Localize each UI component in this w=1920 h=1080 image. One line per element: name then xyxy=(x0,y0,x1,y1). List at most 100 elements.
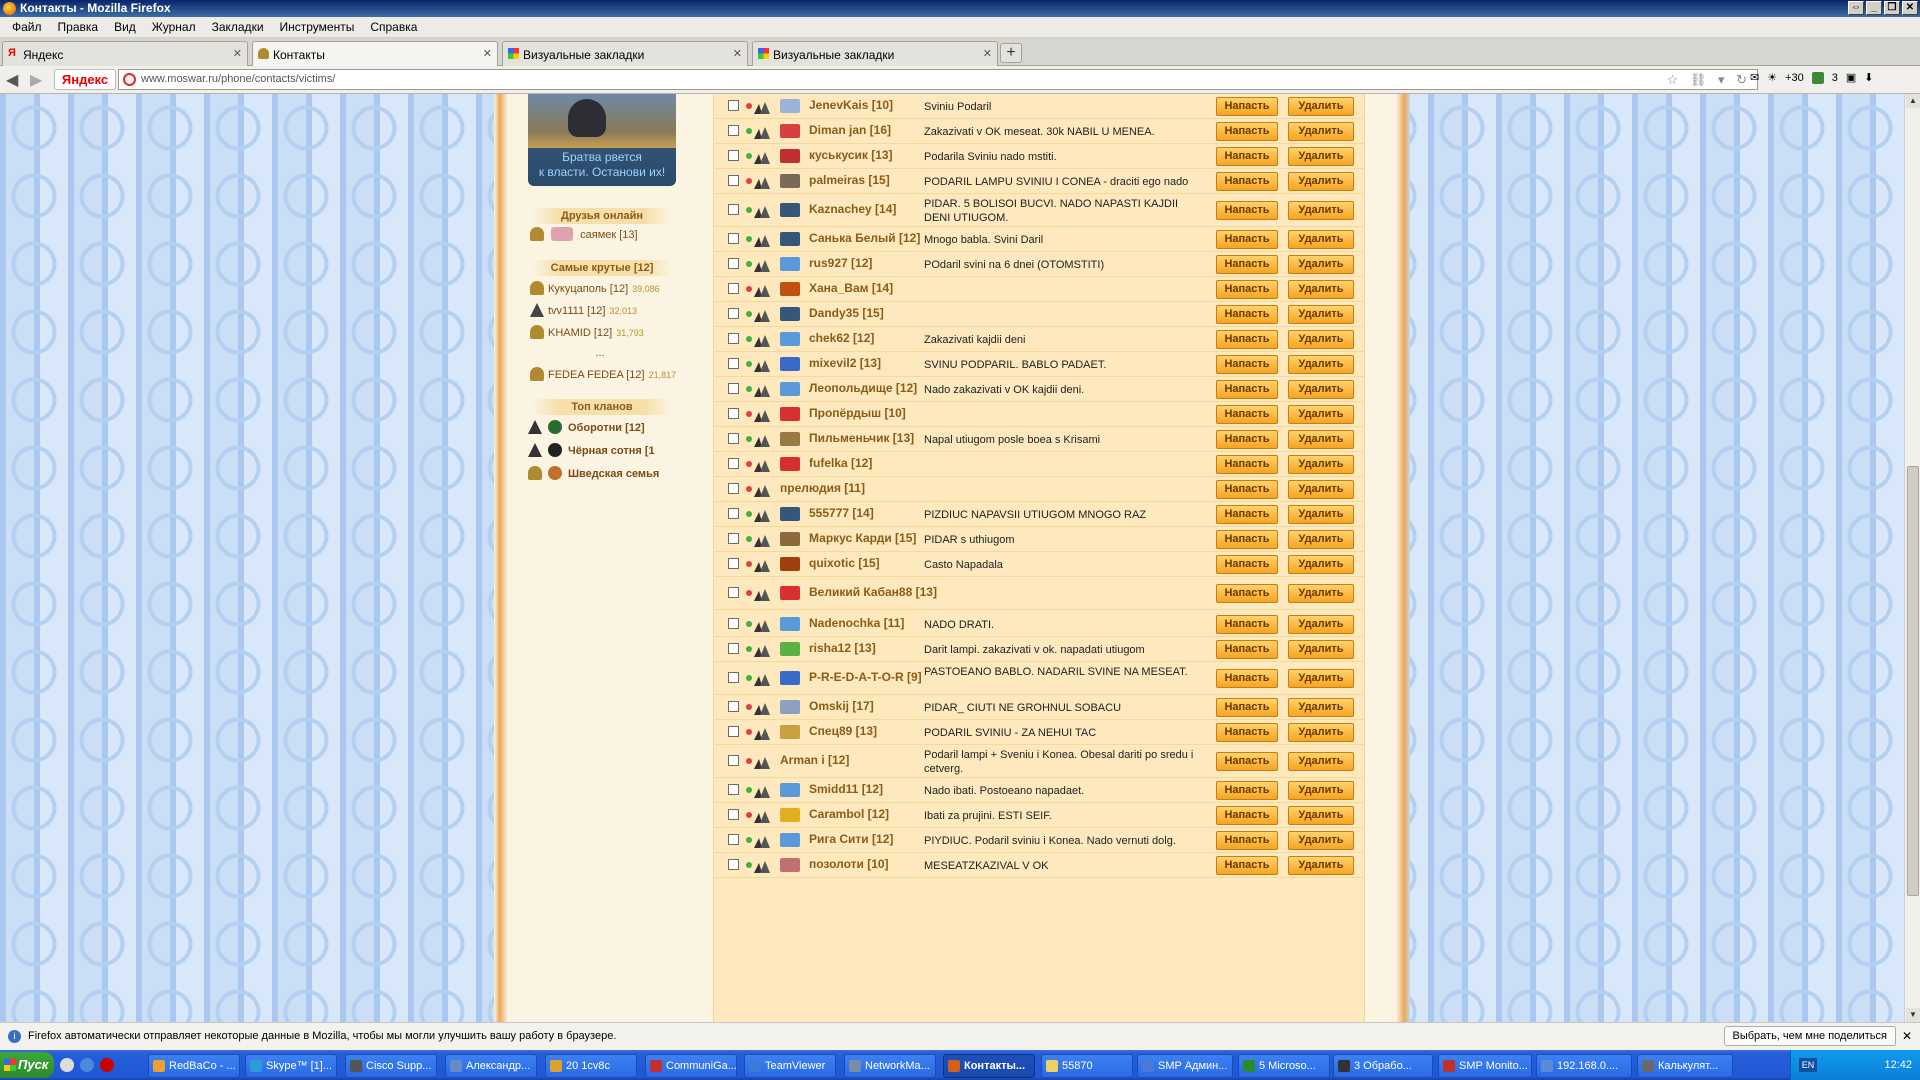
attack-button[interactable]: Напасть xyxy=(1216,305,1278,324)
delete-button[interactable]: Удалить xyxy=(1288,669,1354,688)
row-checkbox[interactable] xyxy=(728,175,739,186)
promo-banner[interactable]: Братва рвется к власти. Останови их! xyxy=(528,94,676,186)
desktop-icon[interactable] xyxy=(60,1058,74,1072)
attack-button[interactable]: Напасть xyxy=(1216,640,1278,659)
player-nick[interactable]: Nadenochka [11] xyxy=(809,616,904,630)
delete-button[interactable]: Удалить xyxy=(1288,380,1354,399)
player-nick[interactable]: P-R-E-D-A-T-O-R [9] xyxy=(809,670,922,684)
attack-button[interactable]: Напасть xyxy=(1216,831,1278,850)
clan-item[interactable]: Шведская семья xyxy=(528,464,680,484)
row-checkbox[interactable] xyxy=(728,150,739,161)
player-nick[interactable]: Хана_Вам [14] xyxy=(809,281,893,295)
player-nick[interactable]: Леопольдище [12] xyxy=(809,381,917,395)
delete-button[interactable]: Удалить xyxy=(1288,147,1354,166)
attack-button[interactable]: Напасть xyxy=(1216,255,1278,274)
delete-button[interactable]: Удалить xyxy=(1288,806,1354,825)
delete-button[interactable]: Удалить xyxy=(1288,230,1354,249)
menu-help[interactable]: Справка xyxy=(362,20,425,34)
url-bar[interactable]: www.moswar.ru/phone/contacts/victims/ ☆ … xyxy=(118,69,1758,90)
row-checkbox[interactable] xyxy=(728,383,739,394)
star-icon[interactable]: ☆ ⛓ ▾ ↻ xyxy=(1667,70,1751,89)
delete-button[interactable]: Удалить xyxy=(1288,172,1354,191)
row-checkbox[interactable] xyxy=(728,784,739,795)
opera-icon[interactable] xyxy=(100,1058,114,1072)
taskbar-item[interactable]: NetworkMa... xyxy=(844,1054,936,1078)
row-checkbox[interactable] xyxy=(728,458,739,469)
taskbar-item[interactable]: 20 1cv8c xyxy=(545,1054,637,1078)
delete-button[interactable]: Удалить xyxy=(1288,640,1354,659)
attack-button[interactable]: Напасть xyxy=(1216,330,1278,349)
delete-button[interactable]: Удалить xyxy=(1288,505,1354,524)
player-nick[interactable]: fufelka [12] xyxy=(809,456,872,470)
delete-button[interactable]: Удалить xyxy=(1288,831,1354,850)
player-nick[interactable]: Kaznachey [14] xyxy=(809,202,896,216)
row-checkbox[interactable] xyxy=(728,859,739,870)
row-checkbox[interactable] xyxy=(728,125,739,136)
taskbar-item[interactable]: 5 Microso... xyxy=(1238,1054,1330,1078)
menu-tools[interactable]: Инструменты xyxy=(272,20,363,34)
scroll-up-icon[interactable]: ▲ xyxy=(1906,94,1920,108)
attack-button[interactable]: Напасть xyxy=(1216,355,1278,374)
delete-button[interactable]: Удалить xyxy=(1288,330,1354,349)
player-nick[interactable]: Маркус Карди [15] xyxy=(809,531,916,545)
delete-button[interactable]: Удалить xyxy=(1288,201,1354,220)
close-tab-icon[interactable]: ✕ xyxy=(483,47,492,60)
attack-button[interactable]: Напасть xyxy=(1216,122,1278,141)
player-nick[interactable]: Санька Белый [12] xyxy=(809,231,920,245)
player-nick[interactable]: позолоти [10] xyxy=(809,857,889,871)
attack-button[interactable]: Напасть xyxy=(1216,555,1278,574)
menu-edit[interactable]: Правка xyxy=(50,20,107,34)
language-indicator[interactable]: EN xyxy=(1799,1058,1817,1072)
delete-button[interactable]: Удалить xyxy=(1288,555,1354,574)
row-checkbox[interactable] xyxy=(728,508,739,519)
attack-button[interactable]: Напасть xyxy=(1216,97,1278,116)
scroll-thumb[interactable] xyxy=(1907,466,1919,896)
tab-yandex[interactable]: Я Яндекс ✕ xyxy=(2,41,248,66)
start-button[interactable]: Пуск xyxy=(0,1052,54,1078)
friend-item[interactable]: саямек [13] xyxy=(530,226,680,244)
row-checkbox[interactable] xyxy=(728,283,739,294)
row-checkbox[interactable] xyxy=(728,726,739,737)
clan-item[interactable]: Оборотни [12] xyxy=(528,418,680,438)
tab-contacts[interactable]: Контакты ✕ xyxy=(252,41,498,67)
choose-share-button[interactable]: Выбрать, чем мне поделиться xyxy=(1723,1026,1896,1046)
player-nick[interactable]: Спец89 [13] xyxy=(809,724,877,738)
counter-icon[interactable] xyxy=(1811,71,1824,84)
delete-button[interactable]: Удалить xyxy=(1288,781,1354,800)
player-nick[interactable]: прелюдия [11] xyxy=(780,481,865,495)
row-checkbox[interactable] xyxy=(728,433,739,444)
player-nick[interactable]: Пильменьчик [13] xyxy=(809,431,914,445)
row-checkbox[interactable] xyxy=(728,408,739,419)
delete-button[interactable]: Удалить xyxy=(1288,280,1354,299)
delete-button[interactable]: Удалить xyxy=(1288,455,1354,474)
yandex-logo[interactable]: Яндекс xyxy=(54,69,116,90)
taskbar-item[interactable]: Skype™ [1]... xyxy=(245,1054,337,1078)
player-nick[interactable]: Diman jan [16] xyxy=(809,123,891,137)
attack-button[interactable]: Напасть xyxy=(1216,723,1278,742)
menu-file[interactable]: Файл xyxy=(4,20,50,34)
close-tab-icon[interactable]: ✕ xyxy=(733,47,742,60)
attack-button[interactable]: Напасть xyxy=(1216,480,1278,499)
attack-button[interactable]: Напасть xyxy=(1216,856,1278,875)
attack-button[interactable]: Напасть xyxy=(1216,405,1278,424)
player-nick[interactable]: Пропёрдыш [10] xyxy=(809,406,906,420)
taskbar-item[interactable]: Контакты... xyxy=(943,1054,1035,1078)
attack-button[interactable]: Напасть xyxy=(1216,615,1278,634)
top-player-item[interactable]: FEDEA FEDEA [12] 21,817 xyxy=(530,366,680,384)
attack-button[interactable]: Напасть xyxy=(1216,280,1278,299)
player-nick[interactable]: Omskij [17] xyxy=(809,699,874,713)
player-nick[interactable]: risha12 [13] xyxy=(809,641,876,655)
delete-button[interactable]: Удалить xyxy=(1288,405,1354,424)
attack-button[interactable]: Напасть xyxy=(1216,530,1278,549)
addon-icon[interactable]: ▣ xyxy=(1846,71,1856,84)
delete-button[interactable]: Удалить xyxy=(1288,255,1354,274)
attack-button[interactable]: Напасть xyxy=(1216,698,1278,717)
row-checkbox[interactable] xyxy=(728,100,739,111)
download-icon[interactable]: ⬇ xyxy=(1864,71,1873,84)
delete-button[interactable]: Удалить xyxy=(1288,122,1354,141)
attack-button[interactable]: Напасть xyxy=(1216,455,1278,474)
attack-button[interactable]: Напасть xyxy=(1216,781,1278,800)
row-checkbox[interactable] xyxy=(728,755,739,766)
close-tab-icon[interactable]: ✕ xyxy=(233,47,242,60)
player-nick[interactable]: palmeiras [15] xyxy=(809,173,890,187)
